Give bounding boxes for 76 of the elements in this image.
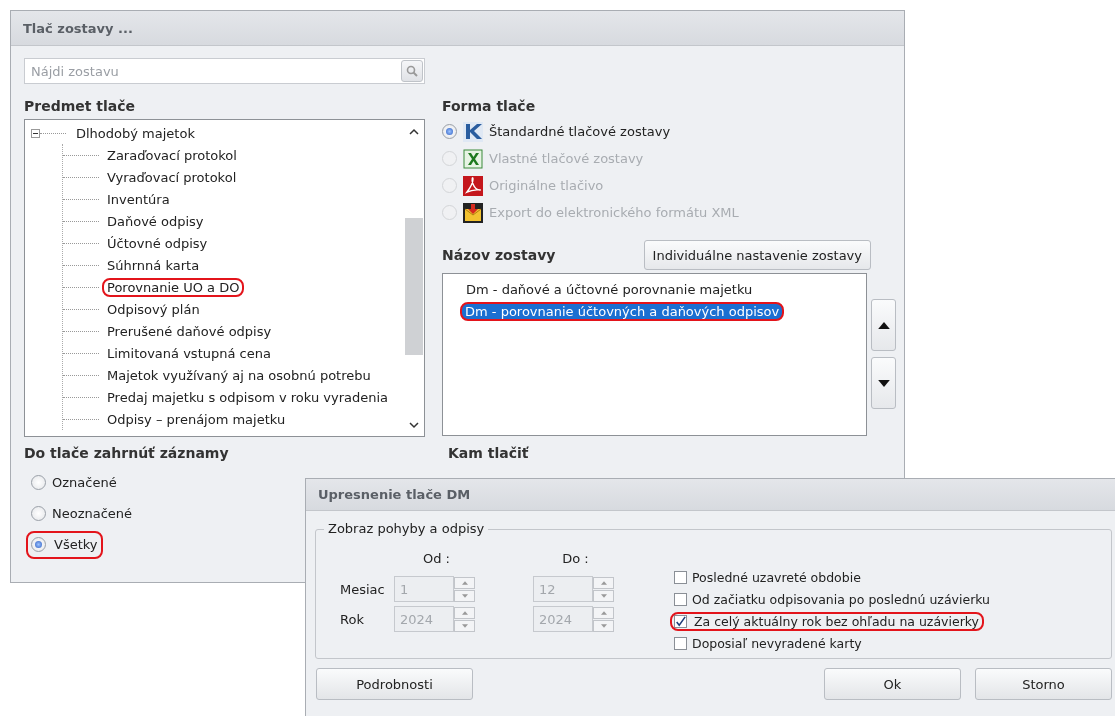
logo-icon	[463, 121, 483, 142]
tree-item[interactable]: Porovnanie UO a DO	[102, 277, 245, 297]
up-arrow-icon	[461, 610, 468, 615]
radio-button[interactable]	[31, 475, 46, 490]
window-title: Tlač zostavy ...	[23, 20, 133, 36]
spinner[interactable]	[454, 606, 475, 632]
search-icon	[406, 65, 418, 77]
radio-label[interactable]: Štandardné tlačové zostavy	[489, 124, 671, 139]
document-icon	[463, 175, 483, 196]
section-heading: Do tlače zahrnúť záznamy	[24, 445, 230, 461]
section-heading: Kam tlačiť	[448, 445, 529, 461]
search-button[interactable]	[401, 60, 423, 82]
list-item[interactable]: Dm - porovnanie účtovných a daňových odpisov	[460, 301, 785, 321]
collapse-icon[interactable]	[31, 128, 40, 138]
section-heading: Názov zostavy	[442, 247, 556, 263]
checkbox-label[interactable]: Za celý aktuálny rok bez ohľadu na uzávierky	[670, 611, 984, 631]
tree-item[interactable]: Účtovné odpisy	[105, 235, 210, 251]
section-heading: Predmet tlače	[24, 98, 137, 114]
tree-item[interactable]: Odpisy – prenájom majetku	[105, 411, 288, 427]
radio-button[interactable]	[442, 124, 457, 139]
spinner[interactable]	[454, 576, 475, 602]
up-arrow-icon	[600, 610, 607, 615]
scrollbar-thumb[interactable]	[405, 218, 423, 355]
column-label: Od :	[422, 550, 451, 568]
chevron-up-icon[interactable]	[409, 127, 419, 135]
checkbox[interactable]	[674, 592, 687, 606]
radio-label[interactable]: Neoznačené	[52, 506, 133, 521]
down-arrow-icon	[877, 379, 890, 387]
up-arrow-icon	[600, 580, 607, 585]
tree-item[interactable]: Majetok využívaný aj na osobnú potrebu	[105, 367, 373, 383]
envelope-icon	[463, 202, 483, 223]
radio-label[interactable]: Označené	[52, 475, 117, 490]
move-down-button[interactable]	[871, 357, 896, 409]
tree-item[interactable]: Inventúra	[105, 191, 172, 207]
field-label: Mesiac	[340, 581, 386, 597]
dialog-button[interactable]: Storno	[975, 668, 1112, 700]
spinner[interactable]	[593, 606, 614, 632]
up-arrow-icon	[877, 321, 890, 329]
spreadsheet-icon	[463, 148, 483, 169]
check-icon	[675, 614, 686, 628]
checkbox[interactable]	[674, 614, 687, 628]
tree-item[interactable]: Vyraďovací protokol	[105, 169, 239, 185]
tree-item[interactable]: Odpisový plán	[105, 301, 202, 317]
tree-item[interactable]: Prerušené daňové odpisy	[105, 323, 274, 339]
radio-button[interactable]	[31, 506, 46, 521]
checkbox[interactable]	[674, 636, 687, 650]
list-item[interactable]: Dm - daňové a účtovné porovnanie majetku	[463, 281, 756, 297]
down-arrow-icon	[461, 623, 468, 628]
column-label: Do :	[561, 550, 590, 568]
chevron-down-icon[interactable]	[409, 421, 419, 429]
checkbox[interactable]	[674, 570, 687, 584]
spinner[interactable]	[593, 576, 614, 602]
radio-label[interactable]: Všetky	[26, 530, 103, 559]
tree-item[interactable]: Predaj majetku s odpisom v roku vyradenia	[105, 389, 391, 405]
tree-item[interactable]: Limitovaná vstupná cena	[105, 345, 273, 361]
tree-item[interactable]: Súhrnná karta	[105, 257, 202, 273]
group-legend: Zobraz pohyby a odpisy	[324, 521, 489, 536]
down-arrow-icon	[461, 593, 468, 598]
dialog-button[interactable]: Podrobnosti	[316, 668, 473, 700]
down-arrow-icon	[600, 593, 607, 598]
checkbox-label[interactable]: Posledné uzavreté obdobie	[692, 569, 861, 585]
checkbox-label[interactable]: Doposiaľ nevyradené karty	[692, 635, 862, 651]
tree-item[interactable]: Zaraďovací protokol	[105, 147, 239, 163]
search-field[interactable]: Nájdi zostavu	[24, 58, 425, 84]
settings-button[interactable]: Individuálne nastavenie zostavy	[643, 240, 871, 270]
section-heading: Forma tlače	[442, 98, 537, 114]
move-up-button[interactable]	[871, 299, 896, 351]
checkbox-label[interactable]: Od začiatku odpisovania po poslednú uzávierku	[692, 591, 991, 607]
dialog-button[interactable]: Ok	[824, 668, 961, 700]
up-arrow-icon	[461, 580, 468, 585]
radio-button[interactable]	[31, 537, 46, 552]
tree-item[interactable]: Dlhodobý majetok	[74, 125, 197, 141]
field-label: Rok	[340, 611, 365, 627]
window-title: Upresnenie tlače DM	[318, 487, 471, 502]
down-arrow-icon	[600, 623, 607, 628]
tree-item[interactable]: Daňové odpisy	[105, 213, 206, 229]
